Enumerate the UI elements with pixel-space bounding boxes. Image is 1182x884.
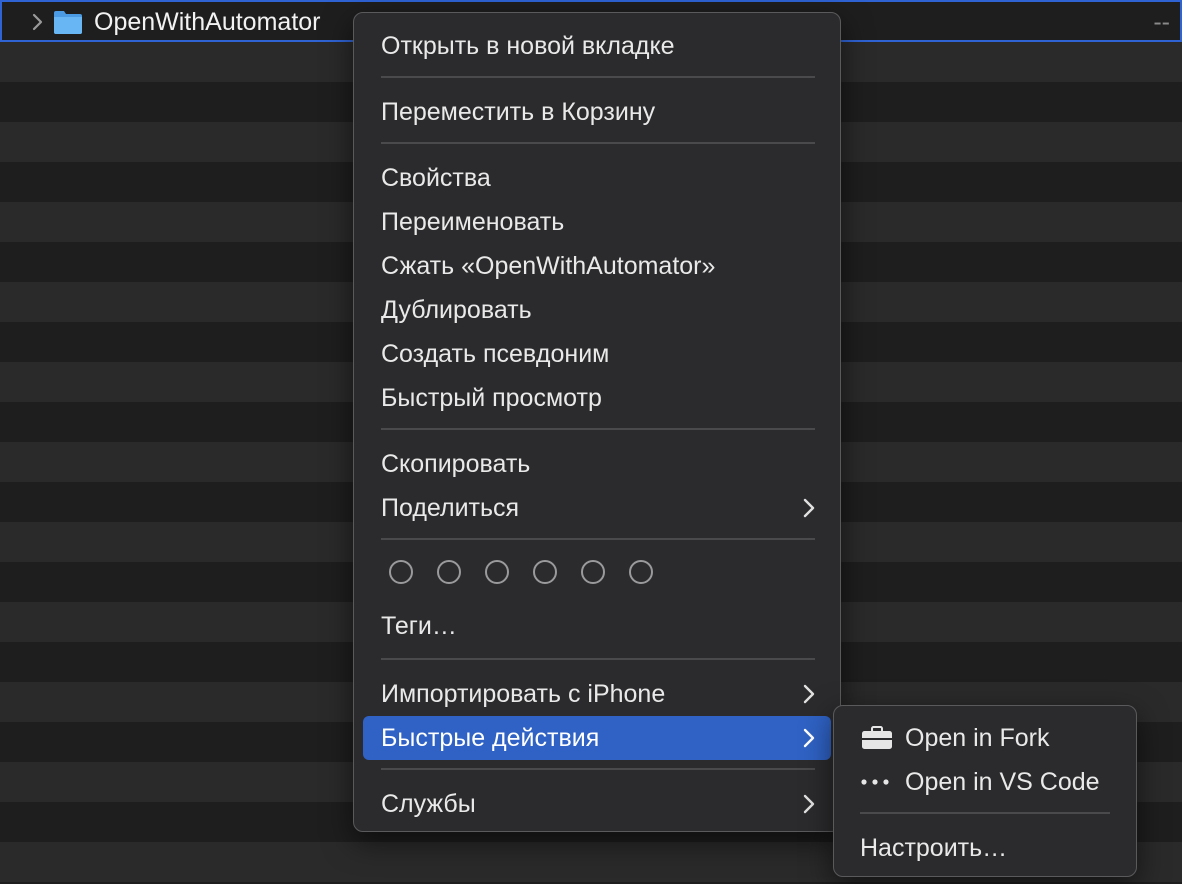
chevron-right-icon	[803, 728, 815, 748]
menu-item-share[interactable]: Поделиться	[363, 486, 831, 530]
menu-separator	[381, 538, 815, 540]
briefcase-icon	[862, 726, 892, 749]
chevron-right-icon	[803, 794, 815, 814]
chevron-right-icon[interactable]	[30, 12, 46, 32]
menu-item-label: Создать псевдоним	[381, 340, 610, 368]
menu-item-label: Свойства	[381, 164, 491, 192]
menu-item-label: Поделиться	[381, 494, 520, 522]
menu-item-copy[interactable]: Скопировать	[363, 442, 831, 486]
menu-item-label: Скопировать	[381, 450, 531, 478]
menu-separator	[860, 812, 1110, 814]
submenu-item-customize[interactable]: Настроить…	[842, 826, 1128, 870]
menu-item-label: Переименовать	[381, 208, 565, 236]
tag-dot-4[interactable]	[533, 560, 557, 584]
menu-item-duplicate[interactable]: Дублировать	[363, 288, 831, 332]
menu-item-label: Теги…	[381, 612, 457, 640]
menu-separator	[381, 76, 815, 78]
menu-item-label: Быстрые действия	[381, 724, 600, 752]
menu-separator	[381, 658, 815, 660]
menu-item-label: Открыть в новой вкладке	[381, 32, 675, 60]
submenu-item-label: Open in VS Code	[905, 768, 1100, 796]
menu-item-compress[interactable]: Сжать «OpenWithAutomator»	[363, 244, 831, 288]
menu-item-properties[interactable]: Свойства	[363, 156, 831, 200]
tag-dot-3[interactable]	[485, 560, 509, 584]
menu-item-tags[interactable]: Теги…	[363, 604, 831, 648]
chevron-right-icon	[803, 684, 815, 704]
submenu-item-label: Настроить…	[860, 834, 1008, 862]
quick-actions-submenu: Open in Fork Open in VS Code Настроить…	[833, 705, 1137, 877]
menu-separator	[381, 428, 815, 430]
menu-item-label: Импортировать с iPhone	[381, 680, 666, 708]
menu-item-services[interactable]: Службы	[363, 782, 831, 826]
menu-item-label: Сжать «OpenWithAutomator»	[381, 252, 716, 280]
file-date: --	[1153, 8, 1170, 36]
tag-dot-2[interactable]	[437, 560, 461, 584]
menu-separator	[381, 768, 815, 770]
tag-dot-1[interactable]	[389, 560, 413, 584]
menu-item-import-iphone[interactable]: Импортировать с iPhone	[363, 672, 831, 716]
folder-icon	[54, 11, 82, 34]
menu-item-make-alias[interactable]: Создать псевдоним	[363, 332, 831, 376]
menu-item-label: Быстрый просмотр	[381, 384, 602, 412]
tag-dot-5[interactable]	[581, 560, 605, 584]
context-menu: Открыть в новой вкладке Переместить в Ко…	[353, 12, 841, 832]
menu-item-label: Службы	[381, 790, 476, 818]
tag-dot-6[interactable]	[629, 560, 653, 584]
menu-item-quick-look[interactable]: Быстрый просмотр	[363, 376, 831, 420]
more-dots-icon	[861, 779, 889, 785]
submenu-item-label: Open in Fork	[905, 724, 1050, 752]
tag-colors	[387, 559, 687, 589]
menu-item-label: Дублировать	[381, 296, 532, 324]
submenu-item-open-in-vscode[interactable]: Open in VS Code	[842, 760, 1128, 804]
menu-separator	[381, 142, 815, 144]
chevron-right-icon	[803, 498, 815, 518]
submenu-item-open-in-fork[interactable]: Open in Fork	[842, 716, 1128, 760]
menu-item-move-to-trash[interactable]: Переместить в Корзину	[363, 90, 831, 134]
menu-item-open-new-tab[interactable]: Открыть в новой вкладке	[363, 24, 831, 68]
menu-item-rename[interactable]: Переименовать	[363, 200, 831, 244]
file-name: OpenWithAutomator	[94, 8, 321, 36]
menu-item-quick-actions[interactable]: Быстрые действия	[363, 716, 831, 760]
menu-item-label: Переместить в Корзину	[381, 98, 656, 126]
